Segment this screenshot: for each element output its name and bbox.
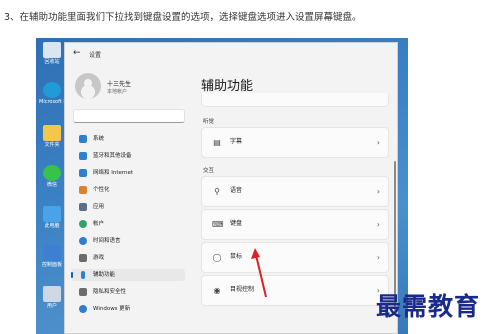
watermark: 最需教育 [376, 292, 481, 321]
annotation-arrow [251, 248, 267, 298]
